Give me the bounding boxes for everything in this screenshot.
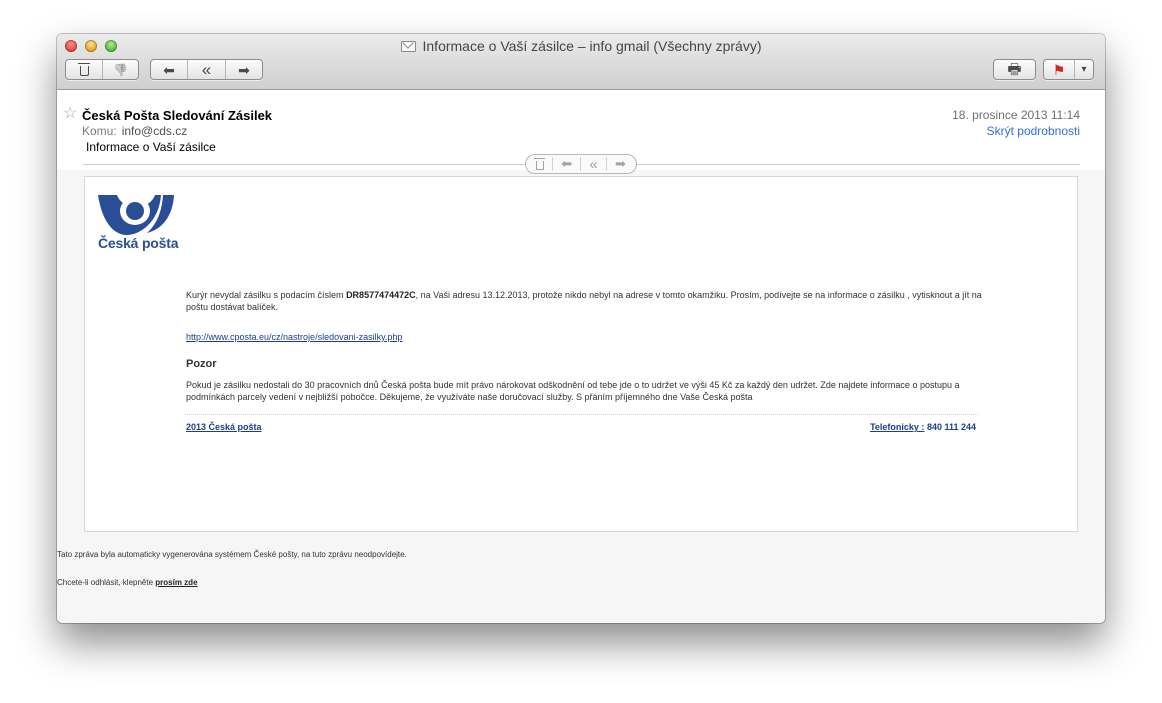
- junk-button[interactable]: 👎: [103, 60, 138, 79]
- inline-tools-separator: [605, 157, 607, 171]
- mail-window: Informace o Vaší zásilce – info gmail (V…: [57, 34, 1105, 623]
- to-address[interactable]: info@cds.cz: [122, 124, 188, 138]
- flag-icon: ⚑: [1052, 61, 1066, 78]
- flag-group: ⚑ ▾: [1043, 59, 1094, 80]
- logo-wordmark: Česká pošta: [98, 235, 179, 251]
- flag-dropdown-button[interactable]: ▾: [1075, 60, 1093, 79]
- tracking-number: DR8577474472C: [346, 290, 416, 300]
- sender-name: Česká Pošta Sledování Zásilek: [82, 108, 273, 123]
- reply-all-button[interactable]: «: [188, 60, 226, 79]
- chevron-down-icon: ▾: [1081, 63, 1087, 75]
- window-title-bar-text: Informace o Vaší zásilce – info gmail (V…: [57, 38, 1105, 55]
- inline-tools-separator: [580, 157, 582, 171]
- phone-label-link[interactable]: Telefonicky :: [870, 422, 924, 432]
- footer-brand-link[interactable]: 2013 Česká pošta: [186, 422, 262, 432]
- tracking-link[interactable]: http://www.cposta.eu/cz/nastroje/sledova…: [186, 331, 986, 343]
- envelope-icon: [400, 41, 416, 52]
- delivery-text-start: Kurýr nevydal zásilku s podacím číslem: [186, 290, 347, 300]
- forward-button[interactable]: ➡: [226, 60, 262, 79]
- unsubscribe-text: Chcete-li odhlásit, klepněte: [57, 578, 156, 587]
- print-group: 🖶: [993, 59, 1036, 80]
- reply-group: ⬅ « ➡: [150, 59, 263, 80]
- unsubscribe-note: Chcete-li odhlásit, klepněte prosím zde: [57, 578, 198, 587]
- inline-reply-all-icon[interactable]: «: [589, 156, 597, 173]
- inline-trash-icon[interactable]: [534, 157, 546, 170]
- print-button[interactable]: 🖶: [994, 60, 1035, 79]
- delete-junk-group: 👎: [65, 59, 139, 80]
- footer-divider: [185, 414, 978, 415]
- thumbs-down-icon: 👎: [113, 62, 128, 77]
- inline-reply-icon[interactable]: ⬅: [561, 156, 572, 172]
- flag-button[interactable]: ⚑: [1044, 60, 1075, 79]
- unsubscribe-link[interactable]: prosím zde: [155, 578, 197, 587]
- forward-arrow-icon: ➡: [238, 61, 250, 78]
- reply-all-arrow-icon: «: [201, 60, 212, 79]
- window-title: Informace o Vaší zásilce – info gmail (V…: [422, 38, 762, 54]
- trash-icon: [77, 62, 90, 76]
- reply-button[interactable]: ⬅: [151, 60, 188, 79]
- inline-forward-icon[interactable]: ➡: [615, 156, 626, 172]
- phone-number: 840 111 244: [926, 422, 976, 432]
- to-label: Komu:: [82, 124, 117, 138]
- hide-details-link[interactable]: Skrýt podrobnosti: [987, 124, 1080, 138]
- warning-paragraph: Pokud je zásilku nedostali do 30 pracovn…: [186, 380, 960, 402]
- delivery-paragraph: Kurýr nevydal zásilku s podacím číslem D…: [186, 289, 986, 313]
- titlebar: Informace o Vaší zásilce – info gmail (V…: [57, 34, 1105, 90]
- auto-generated-note: Tato zpráva byla automaticky vygenerován…: [57, 550, 407, 559]
- reply-arrow-icon: ⬅: [163, 61, 175, 78]
- delete-button[interactable]: [66, 60, 103, 79]
- inline-tools-separator: [552, 157, 554, 171]
- message-date: 18. prosince 2013 11:14: [952, 108, 1080, 122]
- printer-icon: 🖶: [1007, 61, 1022, 78]
- inline-message-tools: ⬅ « ➡: [525, 154, 637, 174]
- message-subject: Informace o Vaší zásilce: [86, 140, 216, 154]
- star-icon[interactable]: ☆: [63, 106, 77, 122]
- footer-phone: Telefonicky : 840 111 244: [870, 422, 976, 432]
- warning-heading: Pozor: [186, 358, 217, 370]
- email-body-card: Česká pošta Kurýr nevydal zásilku s poda…: [84, 176, 1078, 532]
- recipient-line: Komu: info@cds.cz: [82, 124, 187, 138]
